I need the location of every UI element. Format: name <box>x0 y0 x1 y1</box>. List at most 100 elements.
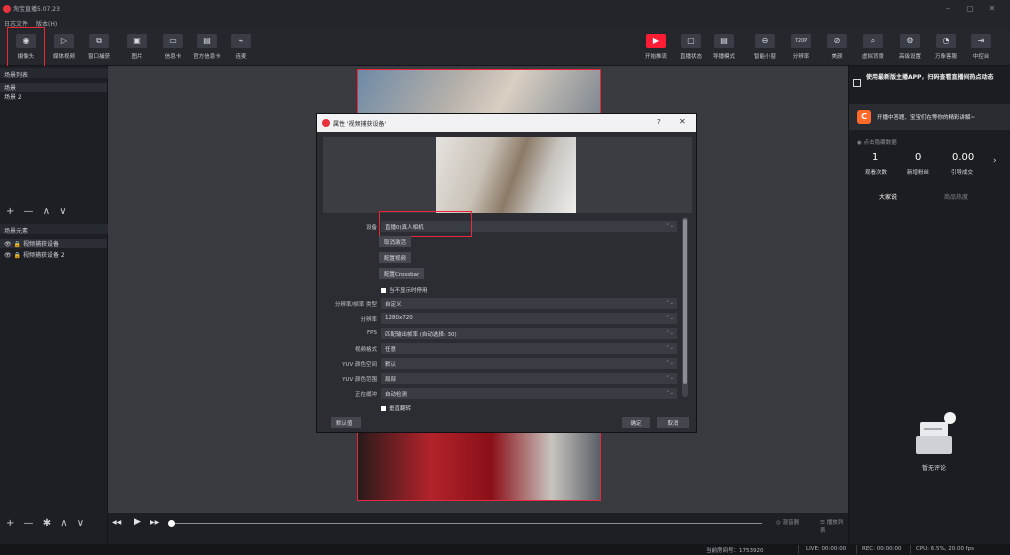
virtual-bg-icon: ⌕ <box>863 34 883 48</box>
defaults-button[interactable]: 默认值 <box>331 417 361 428</box>
fps-select[interactable]: 匹配输出帧率 (自动选择: 30) ⌃⌄ <box>381 328 677 339</box>
dialog-title-bar: 属性 '视频捕获设备' ? ✕ <box>317 114 696 132</box>
seek-bar[interactable] <box>172 523 762 524</box>
virtual-background-button[interactable]: ⌕ 虚拟背景 <box>856 34 890 60</box>
preview-image <box>436 137 576 213</box>
scene-controls[interactable]: + — ∧ ∨ <box>6 206 70 217</box>
image-button[interactable]: ▣ 图片 <box>120 34 154 60</box>
scene-item[interactable]: 场景 2 <box>4 92 22 101</box>
stat-value: 1 <box>872 152 879 163</box>
minimize-button[interactable]: – <box>941 3 955 15</box>
dialog-scrollbar[interactable] <box>682 217 688 397</box>
camera-button[interactable]: ◉ 摄像头 <box>7 27 45 69</box>
dialog-close-button[interactable]: ✕ <box>679 117 686 126</box>
deactivate-when-hidden-checkbox[interactable]: 当不显示时停用 <box>381 286 428 294</box>
advanced-settings-button[interactable]: ⚙ 高级设置 <box>893 34 927 60</box>
performance-stats: CPU: 6.5%, 20.00 fps <box>916 546 975 552</box>
camera-icon: ◉ <box>16 34 36 48</box>
scene-list-header: 场景列表 <box>0 68 108 79</box>
media-video-button[interactable]: ▷ 媒体视频 <box>47 34 81 60</box>
toolbar: ◉ 摄像头 ▷ 媒体视频 ⧉ 窗口捕获 ▣ 图片 ▭ 信息卡 ▤ 官方信息卡 ⌁… <box>0 27 1010 69</box>
stat-value: 0 <box>915 152 922 163</box>
rec-timer: REC: 00:00:00 <box>862 546 902 552</box>
tab-comments[interactable]: 大家说 <box>879 192 897 201</box>
director-icon: ▤ <box>714 34 734 48</box>
lock-icon[interactable]: 🔒 <box>14 241 21 248</box>
status-icon: ▢ <box>681 34 701 48</box>
brand-logo-icon: C <box>857 110 871 124</box>
close-button[interactable]: ✕ <box>985 3 999 15</box>
stat-label: 引导成交 <box>951 170 974 176</box>
beauty-button[interactable]: ⊘ 美颜 <box>820 34 854 60</box>
eye-icon[interactable]: 👁 <box>4 241 12 248</box>
buffering-select[interactable]: 自动检测 ⌃⌄ <box>381 388 677 399</box>
cancel-button[interactable]: 取消 <box>657 417 689 428</box>
console-button[interactable]: ⇥ 中控台 <box>964 34 998 60</box>
official-card-button[interactable]: ▤ 官方信息卡 <box>190 34 224 60</box>
configure-video-button[interactable]: 配置视频 <box>379 252 412 263</box>
properties-dialog: 属性 '视频捕获设备' ? ✕ 设备 直播0(真人相机 ⌃⌄ 取消激活 配置视频 … <box>316 113 697 433</box>
speaker-icon: ◎ <box>776 520 781 526</box>
chevron-right-icon[interactable]: › <box>993 156 997 166</box>
resolution-row: 分辨率 1280x720 ⌃⌄ <box>317 313 677 324</box>
hide-data-toggle[interactable]: ◉ 点击隐藏数据 <box>857 138 897 146</box>
next-icon[interactable]: ▶▶ <box>150 519 159 526</box>
yuv-range-select[interactable]: 局部 ⌃⌄ <box>381 373 677 384</box>
device-row: 设备 直播0(真人相机 ⌃⌄ <box>317 221 677 232</box>
empty-comments: 暂无评论 <box>904 406 964 472</box>
prev-icon[interactable]: ◀◀ <box>112 519 121 526</box>
eye-icon[interactable]: 👁 <box>4 252 12 259</box>
stats-panel: ◉ 点击隐藏数据 1 观看次数 0 新增粉丝 0.00 引导成交 › <box>849 136 1010 184</box>
dialog-title: 属性 '视频捕获设备' <box>333 121 387 128</box>
yuv-space-select[interactable]: 默认 ⌃⌄ <box>381 358 677 369</box>
configure-crossbar-button[interactable]: 配置Crossbar <box>379 268 425 279</box>
menu-version[interactable]: 版本(H) <box>36 19 57 28</box>
qr-scan-icon <box>853 79 861 87</box>
stat-value: 0.00 <box>952 152 975 163</box>
comment-tabs: 大家说 商品热度 <box>849 192 1010 204</box>
right-panel: 使用最新版主播APP，扫码查看直播间热点动态 C 开播中答题、宝宝们在等你的精彩… <box>848 66 1010 544</box>
ok-button[interactable]: 确定 <box>622 417 650 428</box>
seek-handle[interactable] <box>168 520 175 527</box>
info-card-button[interactable]: ▭ 信息卡 <box>156 34 190 60</box>
resolution-select[interactable]: 1280x720 ⌃⌄ <box>381 313 677 324</box>
scene-elements-header: 场景元素 <box>0 224 108 235</box>
smart-window-button[interactable]: ⊖ 智能小窗 <box>748 34 782 60</box>
window-capture-button[interactable]: ⧉ 窗口捕获 <box>82 34 116 60</box>
room-number: 当前房间号：1753920 <box>706 548 764 554</box>
menu-log-files[interactable]: 日志文件 <box>4 19 28 28</box>
deactivate-button[interactable]: 取消激活 <box>379 236 412 247</box>
support-button[interactable]: ◔ 万象客服 <box>929 34 963 60</box>
source-item[interactable]: 👁 🔒 视频捕获设备 <box>0 239 107 248</box>
res-type-select[interactable]: 自定义 ⌃⌄ <box>381 298 677 309</box>
scene-item[interactable]: 场景 <box>0 83 107 92</box>
co-stream-button[interactable]: ⌁ 连麦 <box>224 34 258 60</box>
status-bar: 当前房间号：1753920 LIVE: 00:00:00 REC: 00:00:… <box>0 544 1010 555</box>
left-panel: 场景列表 场景 场景 2 + — ∧ ∨ 场景元素 👁 🔒 视频捕获设备 👁 🔒… <box>0 66 108 544</box>
app-logo-icon <box>3 5 11 13</box>
tab-product-heat[interactable]: 商品热度 <box>944 192 968 201</box>
yuv-range-row: YUV 颜色范围 局部 ⌃⌄ <box>317 373 677 384</box>
help-button[interactable]: ? <box>657 118 661 126</box>
playlist-tab[interactable]: ☰ 播放列表 <box>820 518 848 534</box>
yuv-space-row: YUV 颜色空间 默认 ⌃⌄ <box>317 358 677 369</box>
start-stream-button[interactable]: ▶ 开始推流 <box>636 34 676 60</box>
fps-row: FPS 匹配输出帧率 (自动选择: 30) ⌃⌄ <box>317 328 677 339</box>
play-icon[interactable]: ▶ <box>134 517 141 527</box>
window-capture-icon: ⧉ <box>89 34 109 48</box>
list-icon: ☰ <box>820 520 825 526</box>
quiz-card[interactable]: C 开播中答题、宝宝们在等你的精彩讲解~ <box>849 104 1010 130</box>
vertical-flip-checkbox[interactable]: 垂直翻转 <box>381 404 411 412</box>
director-mode-button[interactable]: ▤ 导播模式 <box>707 34 741 60</box>
resolution-button[interactable]: 720P 分辨率 <box>784 34 818 60</box>
maximize-button[interactable]: ▢ <box>963 3 977 15</box>
app-promo[interactable]: 使用最新版主播APP，扫码查看直播间热点动态 <box>853 71 1007 99</box>
source-controls[interactable]: + — ✱ ∧ ∨ <box>6 518 87 529</box>
source-item[interactable]: 👁 🔒 视频捕获设备 2 <box>4 250 65 259</box>
buffering-row: 正在缓冲 自动检测 ⌃⌄ <box>317 388 677 399</box>
live-status-button[interactable]: ▢ 直播状态 <box>674 34 708 60</box>
audio-mixer-tab[interactable]: ◎ 混音器 <box>776 518 799 526</box>
lock-icon[interactable]: 🔒 <box>14 252 21 259</box>
empty-comments-illustration-icon <box>916 412 956 454</box>
video-format-select[interactable]: 任意 ⌃⌄ <box>381 343 677 354</box>
